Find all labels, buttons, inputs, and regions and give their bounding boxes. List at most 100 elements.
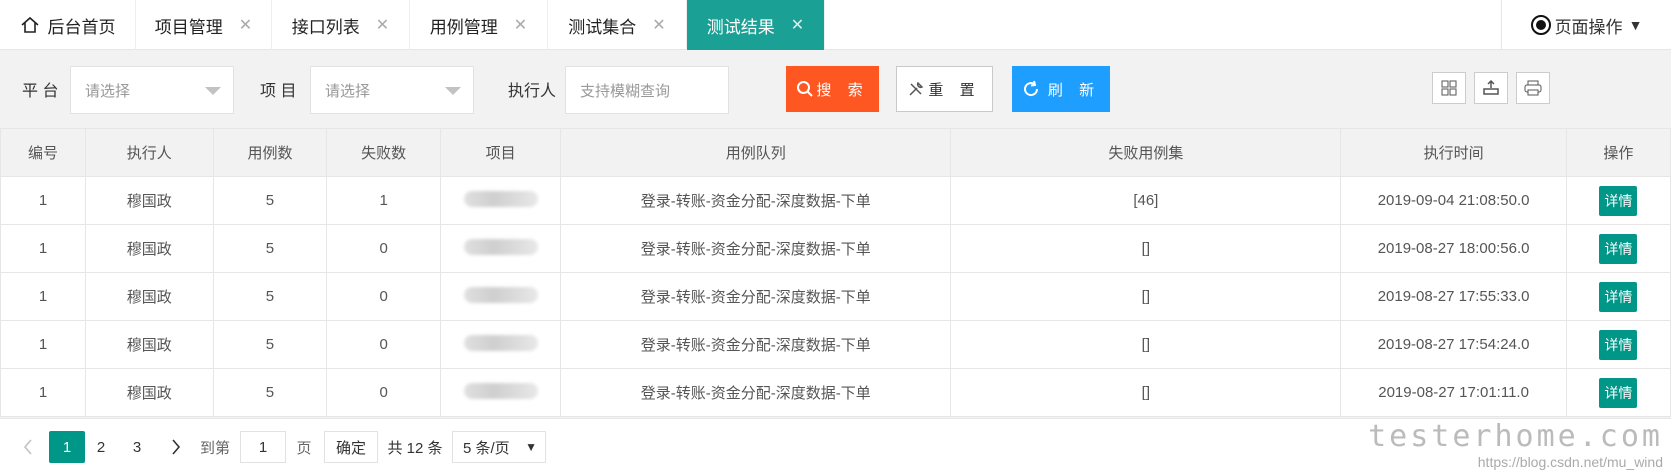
detail-button[interactable]: 详情 bbox=[1599, 185, 1638, 216]
tools-icon bbox=[909, 81, 924, 96]
cell-project bbox=[440, 320, 562, 369]
chevron-down-icon bbox=[445, 87, 461, 95]
cell-failed-count: 0 bbox=[326, 224, 442, 273]
reset-button-label: 重 置 bbox=[928, 81, 981, 99]
col-header-case-count[interactable]: 用例数 bbox=[212, 128, 328, 177]
tab-case-management[interactable]: 用例管理 ✕ bbox=[410, 0, 548, 50]
cell-executor: 穆国政 bbox=[85, 224, 214, 273]
cell-case-count: 5 bbox=[212, 224, 328, 273]
page-2-button[interactable]: 2 bbox=[86, 431, 116, 463]
tab-label: 测试集合 bbox=[568, 17, 637, 37]
redacted-project bbox=[463, 286, 538, 303]
tab-label: 接口列表 bbox=[291, 17, 360, 37]
search-button[interactable]: 搜 索 bbox=[786, 66, 879, 112]
redacted-project bbox=[463, 190, 538, 207]
cell-id: 1 bbox=[0, 224, 87, 273]
reset-button[interactable]: 重 置 bbox=[896, 66, 993, 112]
cell-executor: 穆国政 bbox=[85, 176, 214, 225]
pagination: 1 2 3 到第 1 页 确定 共 12 条 5 条/页 ▼ testerhom… bbox=[0, 418, 1671, 472]
cell-id: 1 bbox=[0, 176, 87, 225]
watermark-brand: testerhome.com bbox=[1368, 419, 1663, 454]
platform-placeholder: 请选择 bbox=[85, 82, 131, 100]
caret-down-icon: ▼ bbox=[525, 440, 537, 454]
col-header-case-queue[interactable]: 用例队列 bbox=[560, 128, 952, 177]
col-header-project[interactable]: 项目 bbox=[440, 128, 562, 177]
cell-actions: 详情 bbox=[1565, 320, 1671, 369]
page-3-button[interactable]: 3 bbox=[122, 431, 152, 463]
cell-exec-time: 2019-08-27 17:55:33.0 bbox=[1340, 272, 1567, 321]
tab-home[interactable]: 后台首页 bbox=[0, 0, 136, 50]
export-button[interactable] bbox=[1474, 72, 1508, 104]
platform-label: 平 台 bbox=[22, 83, 59, 100]
col-header-id[interactable]: 编号 bbox=[0, 128, 87, 177]
col-header-actions[interactable]: 操作 bbox=[1565, 128, 1671, 177]
cell-failed-count: 1 bbox=[326, 176, 442, 225]
page-ops-menu[interactable]: 页面操作 ▼ bbox=[1501, 0, 1671, 50]
cell-case-queue: 登录-转账-资金分配-深度数据-下单 bbox=[560, 272, 952, 321]
cell-exec-time: 2019-08-27 17:01:11.0 bbox=[1340, 368, 1567, 417]
redacted-project bbox=[463, 382, 538, 399]
print-icon bbox=[1524, 80, 1542, 96]
table-row: 1 穆国政 5 0 登录-转账-资金分配-深度数据-下单 [] 2019-08-… bbox=[0, 224, 1671, 273]
next-page-button[interactable] bbox=[164, 431, 188, 463]
detail-button[interactable]: 详情 bbox=[1599, 329, 1638, 360]
col-header-failed-count[interactable]: 失败数 bbox=[326, 128, 442, 177]
cell-case-count: 5 bbox=[212, 176, 328, 225]
detail-button[interactable]: 详情 bbox=[1599, 281, 1638, 312]
caret-down-icon: ▼ bbox=[1628, 17, 1643, 33]
total-count: 共 12 条 bbox=[387, 439, 443, 457]
tab-label: 测试结果 bbox=[706, 17, 775, 37]
cell-failed-set: [] bbox=[950, 224, 1342, 273]
close-icon[interactable]: ✕ bbox=[791, 15, 804, 35]
page-size-select[interactable]: 5 条/页 ▼ bbox=[452, 431, 546, 463]
refresh-button[interactable]: 刷 新 bbox=[1012, 66, 1110, 112]
goto-label: 到第 bbox=[199, 439, 230, 457]
tab-test-suite[interactable]: 测试集合 ✕ bbox=[548, 0, 687, 50]
page-1-button[interactable]: 1 bbox=[49, 431, 85, 463]
goto-page-input[interactable]: 1 bbox=[240, 431, 286, 463]
filter-bar: 平 台 请选择 项 目 请选择 执行人 支持模糊查询 搜 索 重 置 刷 新 bbox=[0, 50, 1671, 128]
refresh-button-label: 刷 新 bbox=[1047, 81, 1101, 99]
col-header-failed-set[interactable]: 失败用例集 bbox=[950, 128, 1342, 177]
cell-failed-count: 0 bbox=[326, 320, 442, 369]
tab-test-results[interactable]: 测试结果 ✕ bbox=[687, 0, 825, 50]
cell-actions: 详情 bbox=[1565, 224, 1671, 273]
close-icon[interactable]: ✕ bbox=[376, 15, 389, 35]
close-icon[interactable]: ✕ bbox=[514, 15, 527, 35]
results-table: 编号 执行人 用例数 失败数 项目 用例队列 失败用例集 执行时间 操作 1 穆… bbox=[0, 128, 1671, 417]
table-row: 1 穆国政 5 1 登录-转账-资金分配-深度数据-下单 [46] 2019-0… bbox=[0, 176, 1671, 225]
col-header-executor[interactable]: 执行人 bbox=[85, 128, 214, 177]
page-size-value: 5 条/页 bbox=[463, 439, 510, 457]
cell-actions: 详情 bbox=[1565, 176, 1671, 225]
col-header-exec-time[interactable]: 执行时间 bbox=[1340, 128, 1567, 177]
table-row: 1 穆国政 5 0 登录-转账-资金分配-深度数据-下单 [] 2019-08-… bbox=[0, 320, 1671, 369]
detail-button[interactable]: 详情 bbox=[1599, 377, 1638, 408]
project-select[interactable]: 请选择 bbox=[310, 66, 474, 114]
tab-api-list[interactable]: 接口列表 ✕ bbox=[272, 0, 410, 50]
target-icon bbox=[1530, 15, 1551, 35]
confirm-goto-button[interactable]: 确定 bbox=[324, 431, 378, 463]
executor-input[interactable]: 支持模糊查询 bbox=[565, 66, 729, 114]
chevron-down-icon bbox=[205, 87, 221, 95]
search-icon bbox=[797, 81, 814, 97]
cell-failed-count: 0 bbox=[326, 368, 442, 417]
cell-case-count: 5 bbox=[212, 368, 328, 417]
table-row: 1 穆国政 5 0 登录-转账-资金分配-深度数据-下单 [] 2019-08-… bbox=[0, 272, 1671, 321]
cell-failed-set: [] bbox=[950, 272, 1342, 321]
columns-filter-button[interactable] bbox=[1432, 72, 1466, 104]
redacted-project bbox=[463, 238, 538, 255]
tab-label: 用例管理 bbox=[429, 17, 498, 37]
close-icon[interactable]: ✕ bbox=[652, 15, 665, 35]
close-icon[interactable]: ✕ bbox=[239, 15, 252, 35]
cell-id: 1 bbox=[0, 320, 87, 369]
tab-bar: 后台首页 项目管理 ✕ 接口列表 ✕ 用例管理 ✕ 测试集合 ✕ 测试结果 ✕ … bbox=[0, 0, 1671, 50]
tab-project-management[interactable]: 项目管理 ✕ bbox=[136, 0, 272, 50]
platform-select[interactable]: 请选择 bbox=[70, 66, 234, 114]
print-button[interactable] bbox=[1516, 72, 1550, 104]
table-header-row: 编号 执行人 用例数 失败数 项目 用例队列 失败用例集 执行时间 操作 bbox=[0, 128, 1671, 177]
project-placeholder: 请选择 bbox=[325, 82, 371, 100]
prev-page-button[interactable] bbox=[16, 431, 40, 463]
detail-button[interactable]: 详情 bbox=[1599, 233, 1638, 264]
watermark-url: https://blog.csdn.net/mu_wind bbox=[1477, 454, 1663, 470]
cell-case-queue: 登录-转账-资金分配-深度数据-下单 bbox=[560, 320, 952, 369]
